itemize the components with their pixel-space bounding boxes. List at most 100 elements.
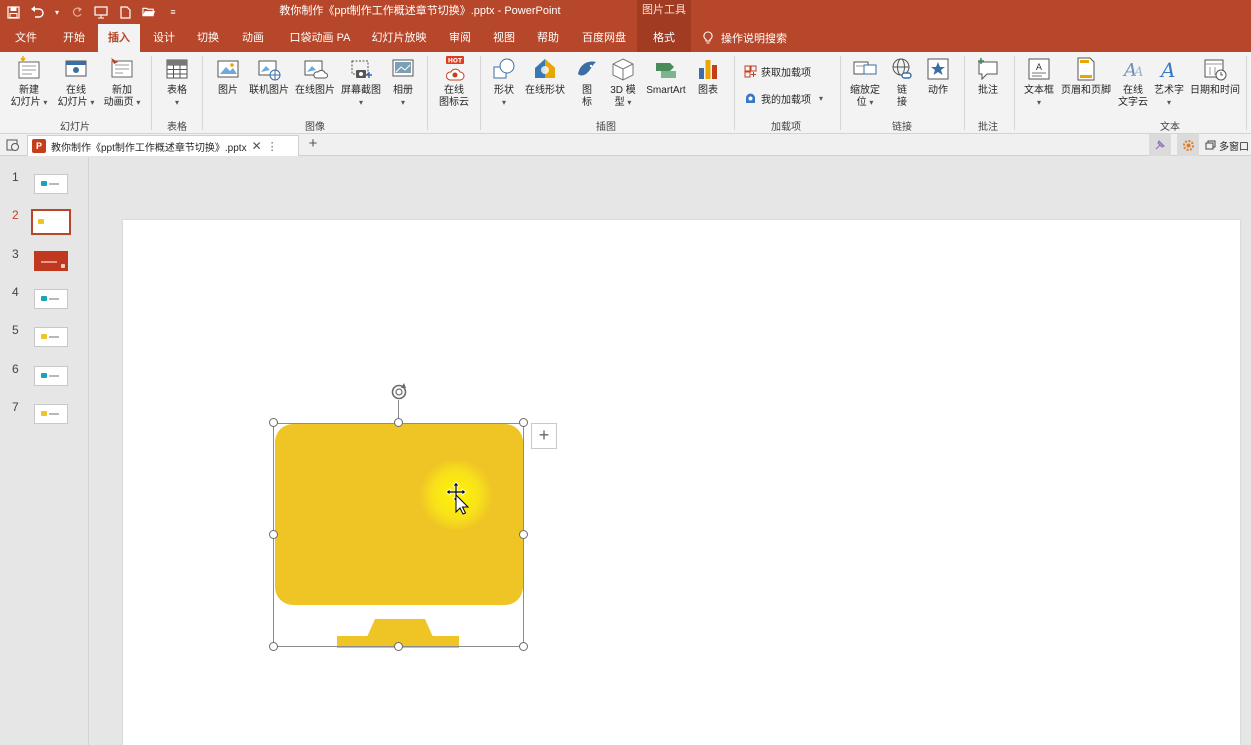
online-pictures-lianji-button[interactable]: 联机图片 [246, 56, 292, 97]
comment-button[interactable]: 批注 [972, 56, 1004, 97]
zoom-label-1: 缩放定 [850, 85, 880, 96]
undo-icon[interactable] [30, 5, 44, 19]
tab-slideshow[interactable]: 幻灯片放映 [366, 24, 432, 52]
pin-tool-icon[interactable] [1149, 134, 1171, 156]
close-tab-icon[interactable]: ✕ [252, 139, 262, 153]
store-grid-icon [744, 65, 757, 78]
tab-design[interactable]: 设计 [142, 24, 186, 52]
multi-window-button[interactable]: 多窗口 [1205, 138, 1249, 153]
slide-thumbnail-7[interactable] [34, 404, 68, 424]
resize-handle-bottom-left[interactable] [269, 642, 278, 651]
photo-album-button[interactable]: 相册 ▾ [387, 56, 419, 109]
photo-album-label: 相册 [393, 85, 413, 96]
photo-album-icon [392, 59, 414, 77]
new-animation-page-button[interactable]: 新加 动画页 ▾ [100, 56, 144, 109]
action-star-icon [927, 58, 949, 80]
header-footer-button[interactable]: 页眉和页脚 [1058, 56, 1114, 97]
online-pictures-button[interactable]: 在线图片 [293, 56, 337, 97]
layout-options-plus-icon[interactable]: + [531, 423, 557, 449]
slide-thumbnail-4[interactable] [34, 289, 68, 309]
settings-gear-icon[interactable] [1177, 134, 1199, 156]
ribbon-tab-bar: 文件 开始 插入 设计 切换 动画 口袋动画 PA 幻灯片放映 审阅 视图 帮助… [0, 24, 1251, 52]
action-label: 动作 [928, 85, 948, 96]
picture-selection-frame[interactable] [273, 423, 524, 647]
icons-button[interactable]: 图 标 [574, 56, 600, 109]
text-box-button[interactable]: A 文本框 ▾ [1021, 56, 1057, 109]
tab-insert[interactable]: 插入 [98, 24, 140, 52]
tab-more-icon[interactable]: ⋮ [267, 140, 278, 153]
rotate-handle-icon[interactable] [389, 382, 409, 402]
slide-number: 1 [12, 170, 19, 184]
document-title: 教你制作《ppt制作工作概述章节切换》.pptx - PowerPoint [279, 5, 561, 17]
svg-text:A: A [1036, 63, 1043, 73]
resize-handle-left[interactable] [269, 530, 278, 539]
multi-window-label: 多窗口 [1219, 141, 1249, 153]
open-folder-icon[interactable] [142, 5, 156, 19]
tab-file[interactable]: 文件 [4, 24, 48, 52]
resize-handle-bottom[interactable] [394, 642, 403, 651]
date-time-button[interactable]: 日期和时间 [1188, 56, 1242, 97]
action-button[interactable]: 动作 [924, 56, 952, 97]
slide-thumbnail-2[interactable] [31, 209, 71, 235]
get-addins-button[interactable]: 获取加载项 [744, 64, 811, 79]
chart-button[interactable]: 图表 [693, 56, 723, 97]
tab-pocket-animation[interactable]: 口袋动画 PA [284, 24, 356, 52]
slide-thumbnail-3[interactable] [34, 251, 68, 271]
smartart-button[interactable]: SmartArt [642, 56, 690, 97]
3d-models-label-2: 型 [614, 97, 625, 108]
add-tab-icon[interactable]: + [304, 136, 322, 154]
picture-button[interactable]: 图片 [212, 56, 244, 97]
tab-view[interactable]: 视图 [484, 24, 524, 52]
customize-qat-icon[interactable]: ≡ [166, 5, 180, 19]
new-slide-icon [18, 56, 40, 79]
start-from-beginning-icon[interactable] [94, 5, 108, 19]
redo-icon[interactable] [70, 5, 84, 19]
online-picture-globe-icon [258, 60, 281, 81]
resize-handle-top-right[interactable] [519, 418, 528, 427]
group-separator [480, 56, 481, 130]
3d-models-label-1: 3D 模 [610, 85, 636, 96]
tab-home[interactable]: 开始 [52, 24, 96, 52]
resize-handle-bottom-right[interactable] [519, 642, 528, 651]
online-shapes-button[interactable]: 在线形状 [522, 56, 568, 97]
screenshot-icon [351, 60, 372, 78]
header-footer-icon [1077, 57, 1095, 81]
table-button[interactable]: 表格 ▾ [158, 56, 196, 109]
online-word-cloud-button[interactable]: AA 在线 文字云 [1115, 56, 1151, 109]
screenshot-button[interactable]: 屏幕截图 ▾ [339, 56, 383, 109]
resize-handle-right[interactable] [519, 530, 528, 539]
3d-models-button[interactable]: 3D 模 型 ▾ [606, 56, 640, 109]
new-slide-button[interactable]: 新建 幻灯片 ▾ [8, 56, 50, 109]
tab-format[interactable]: 格式 [637, 24, 691, 52]
link-button[interactable]: 链 接 [888, 56, 916, 109]
online-slide-button[interactable]: 在线 幻灯片 ▾ [54, 56, 98, 109]
save-icon[interactable] [6, 5, 20, 19]
tab-animations[interactable]: 动画 [231, 24, 275, 52]
zoom-button[interactable]: 缩放定 位 ▾ [846, 56, 884, 109]
tab-history-icon[interactable] [6, 138, 20, 155]
quick-access-toolbar: ▾ ≡ [6, 0, 180, 24]
new-document-icon[interactable] [118, 5, 132, 19]
online-icon-cloud-button[interactable]: HOT 在线 图标云 [434, 56, 474, 109]
tab-transitions[interactable]: 切换 [186, 24, 230, 52]
tab-baidu-netdisk[interactable]: 百度网盘 [574, 24, 634, 52]
calendar-clock-icon [1204, 59, 1227, 81]
my-addins-button[interactable]: 我的加载项 ▾ [744, 91, 823, 106]
title-bar: ▾ ≡ 教你制作《ppt制作工作概述章节切换》.pptx - PowerPoin… [0, 0, 1251, 24]
slide-thumbnail-5[interactable] [34, 327, 68, 347]
shapes-button[interactable]: 形状 ▾ [488, 56, 520, 109]
tab-review[interactable]: 审阅 [440, 24, 480, 52]
tab-strip-tools: 多窗口 [1149, 134, 1251, 156]
tell-me-search[interactable]: 操作说明搜索 [703, 24, 787, 52]
get-addins-label: 获取加载项 [761, 68, 811, 79]
3d-cube-icon [612, 58, 634, 81]
wordart-button[interactable]: A 艺术字 ▾ [1152, 56, 1186, 109]
lightbulb-icon [703, 31, 713, 44]
resize-handle-top-left[interactable] [269, 418, 278, 427]
document-tab[interactable]: P 教你制作《ppt制作工作概述章节切换》.pptx ✕ ⋮ [27, 135, 299, 156]
resize-handle-top[interactable] [394, 418, 403, 427]
tab-help[interactable]: 帮助 [528, 24, 568, 52]
undo-dropdown-icon[interactable]: ▾ [54, 5, 60, 19]
slide-thumbnail-6[interactable] [34, 366, 68, 386]
slide-thumbnail-1[interactable] [34, 174, 68, 194]
